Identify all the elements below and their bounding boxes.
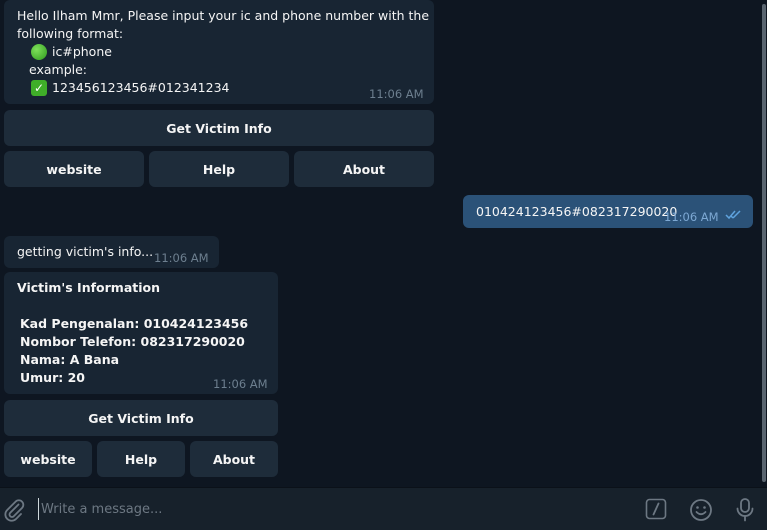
format-text: ic#phone [52, 44, 112, 59]
message-input[interactable] [38, 498, 621, 520]
smiley-icon[interactable] [689, 498, 713, 522]
scrollbar-thumb[interactable] [762, 4, 766, 482]
get-victim-info-button[interactable]: Get Victim Info [4, 400, 278, 436]
status-text: getting victim's info... [17, 244, 154, 259]
get-victim-info-button[interactable]: Get Victim Info [4, 110, 434, 146]
greeting-line-1: Hello Ilham Mmr, Please input your ic an… [17, 8, 430, 23]
website-button[interactable]: website [4, 441, 92, 477]
nama: Nama: A Bana [20, 352, 120, 367]
help-button[interactable]: Help [149, 151, 289, 187]
chat-history: Hello Ilham Mmr, Please input your ic an… [0, 0, 767, 487]
user-message-text: 010424123456#082317290020 [476, 204, 678, 219]
message-time: 11:06 AM [213, 377, 268, 391]
nombor-telefon: Nombor Telefon: 082317290020 [20, 334, 245, 349]
help-label: Help [124, 451, 158, 467]
about-button[interactable]: About [294, 151, 434, 187]
message-time: 11:06 AM [154, 251, 209, 265]
website-label: website [20, 451, 76, 467]
victim-info-message: Victim's Information Kad Pengenalan: 010… [4, 272, 278, 394]
about-button[interactable]: About [190, 441, 278, 477]
about-label: About [212, 451, 256, 467]
message-time: 11:06 AM [664, 210, 719, 224]
help-label: Help [202, 161, 236, 177]
website-label: website [46, 161, 102, 177]
paperclip-icon[interactable] [2, 498, 26, 522]
get-victim-info-label: Get Victim Info [88, 410, 194, 426]
microphone-icon[interactable] [734, 497, 756, 523]
get-victim-info-label: Get Victim Info [166, 120, 272, 136]
greeting-message: Hello Ilham Mmr, Please input your ic an… [4, 0, 434, 104]
message-time: 11:06 AM [369, 87, 424, 101]
double-check-icon [725, 210, 741, 220]
umur: Umur: 20 [20, 370, 85, 385]
example-label: example: [29, 62, 88, 77]
greeting-line-2: following format: [17, 26, 124, 41]
example-text: 123456123456#012341234 [52, 80, 230, 95]
check-mark-icon: ✓ [31, 80, 47, 96]
kad-pengenalan: Kad Pengenalan: 010424123456 [20, 316, 249, 331]
user-message: 010424123456#082317290020 11:06 AM [463, 195, 753, 228]
slash-command-icon[interactable] [645, 498, 667, 520]
help-button[interactable]: Help [97, 441, 185, 477]
message-composer [0, 487, 767, 530]
status-message: getting victim's info... 11:06 AM [4, 236, 219, 268]
victim-info-title: Victim's Information [17, 280, 160, 295]
about-label: About [342, 161, 386, 177]
website-button[interactable]: website [4, 151, 144, 187]
green-circle-icon [31, 44, 47, 60]
